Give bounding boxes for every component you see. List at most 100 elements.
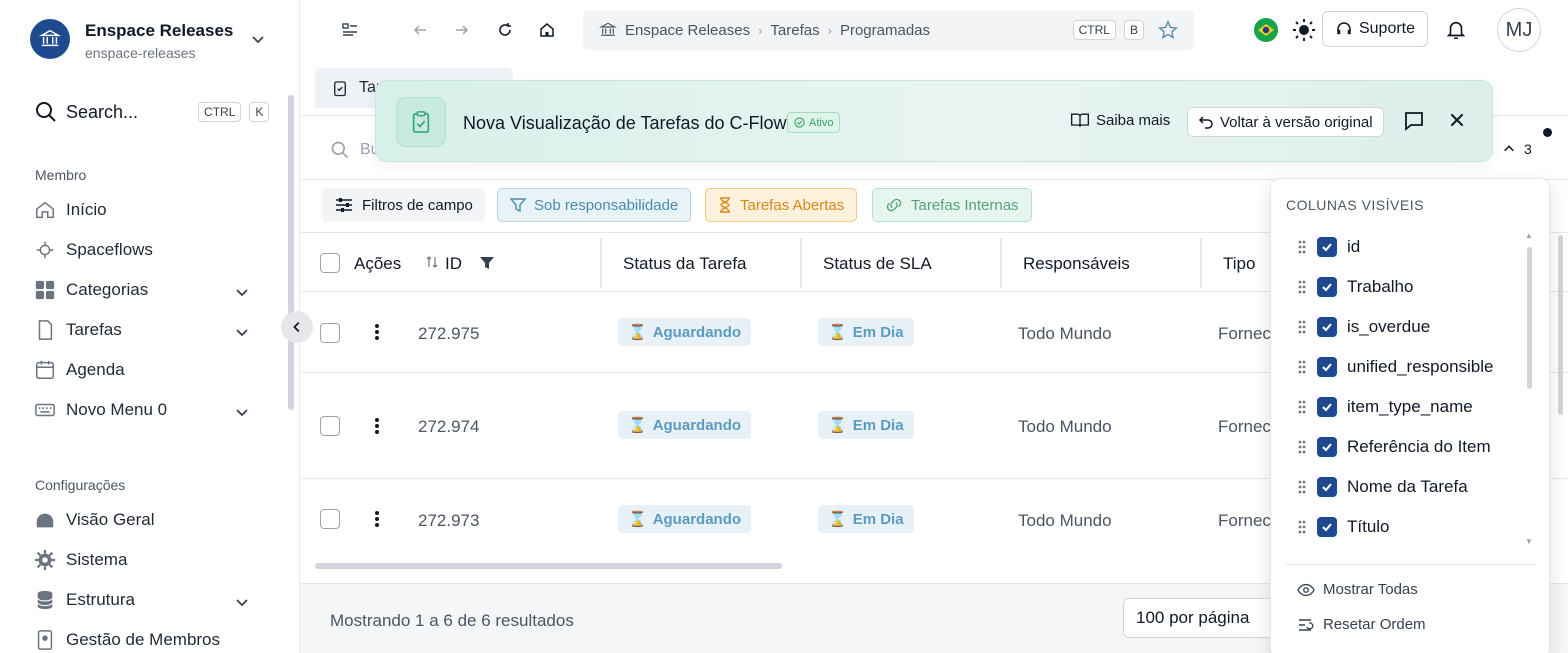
- filter-chip-responsibility[interactable]: Sob responsabilidade: [497, 188, 692, 222]
- drag-handle-icon[interactable]: [1297, 519, 1307, 535]
- reload-button[interactable]: [491, 16, 519, 44]
- drag-handle-icon[interactable]: [1297, 399, 1307, 415]
- reset-order-label: Resetar Ordem: [1323, 616, 1426, 633]
- feedback-message-icon[interactable]: [1402, 109, 1426, 133]
- column-checkbox[interactable]: [1317, 477, 1337, 497]
- column-checkbox[interactable]: [1317, 277, 1337, 297]
- header-sla-status[interactable]: Status de SLA: [823, 254, 932, 274]
- row-checkbox[interactable]: [320, 323, 340, 343]
- column-toggle-item[interactable]: Nome da Tarefa: [1297, 475, 1468, 499]
- more-vertical-icon[interactable]: [374, 510, 380, 528]
- org-logo[interactable]: [30, 19, 70, 59]
- nav-item-gestao-membros[interactable]: Gestão de Membros: [34, 628, 254, 652]
- support-button[interactable]: Suporte: [1322, 11, 1428, 47]
- breadcrumb-item[interactable]: Enspace Releases: [625, 22, 750, 39]
- check-circle-icon: [794, 117, 805, 128]
- reset-order-button[interactable]: Resetar Ordem: [1297, 616, 1426, 633]
- panel-scrollbar[interactable]: [1527, 247, 1532, 389]
- drag-handle-icon[interactable]: [1297, 279, 1307, 295]
- forward-button[interactable]: [448, 16, 476, 44]
- column-divider[interactable]: [1200, 238, 1202, 288]
- column-divider[interactable]: [1000, 238, 1002, 288]
- org-switcher-chevron-icon[interactable]: [250, 31, 266, 47]
- sla-status-badge: ⌛ Em Dia: [818, 411, 914, 439]
- header-type[interactable]: Tipo: [1223, 254, 1255, 274]
- scroll-up-icon[interactable]: ▲: [1525, 231, 1533, 240]
- column-toggle-item[interactable]: Trabalho: [1297, 275, 1413, 299]
- brazil-flag-icon[interactable]: [1254, 18, 1278, 42]
- nav-item-visao-geral[interactable]: Visão Geral: [34, 508, 254, 532]
- breadcrumb-item[interactable]: Tarefas: [770, 22, 819, 39]
- nav-item-inicio[interactable]: Início: [34, 198, 254, 222]
- header-responsible[interactable]: Responsáveis: [1023, 254, 1130, 274]
- column-checkbox[interactable]: [1317, 437, 1337, 457]
- column-divider[interactable]: [800, 238, 802, 288]
- horizontal-scrollbar[interactable]: [315, 563, 782, 569]
- chevron-down-icon[interactable]: [234, 324, 250, 340]
- drag-handle-icon[interactable]: [1297, 359, 1307, 375]
- drag-handle-icon[interactable]: [1297, 479, 1307, 495]
- drag-handle-icon[interactable]: [1297, 319, 1307, 335]
- sidebar-search[interactable]: Search... CTRL K: [34, 100, 270, 124]
- column-checkbox[interactable]: [1317, 357, 1337, 377]
- row-checkbox[interactable]: [320, 509, 340, 529]
- column-checkbox[interactable]: [1317, 517, 1337, 537]
- header-task-status[interactable]: Status da Tarefa: [623, 254, 747, 274]
- revert-original-button[interactable]: Voltar à versão original: [1187, 107, 1384, 137]
- show-all-button[interactable]: Mostrar Todas: [1297, 581, 1418, 598]
- select-all-checkbox[interactable]: [320, 253, 340, 273]
- scroll-down-icon[interactable]: ▼: [1525, 537, 1533, 546]
- column-toggle-item[interactable]: is_overdue: [1297, 315, 1430, 339]
- chevron-down-icon[interactable]: [234, 284, 250, 300]
- nav-item-spaceflows[interactable]: Spaceflows: [34, 238, 254, 262]
- column-checkbox[interactable]: [1317, 317, 1337, 337]
- user-avatar[interactable]: MJ: [1497, 8, 1541, 52]
- layout-toggle-button[interactable]: [336, 16, 364, 44]
- nav-item-sistema[interactable]: Sistema: [34, 548, 254, 572]
- sidebar-scrollbar[interactable]: [288, 95, 294, 410]
- more-vertical-icon[interactable]: [374, 417, 380, 435]
- close-icon[interactable]: [1448, 111, 1466, 129]
- nav-item-categorias[interactable]: Categorias: [34, 278, 254, 302]
- chevron-down-icon[interactable]: [234, 594, 250, 610]
- row-checkbox[interactable]: [320, 416, 340, 436]
- back-button[interactable]: [406, 16, 434, 44]
- nav-item-agenda[interactable]: Agenda: [34, 358, 254, 382]
- learn-more-link[interactable]: Saiba mais: [1070, 111, 1170, 129]
- chevron-down-icon[interactable]: [234, 404, 250, 420]
- sort-icon[interactable]: [425, 255, 439, 269]
- column-toggle-item[interactable]: id: [1297, 235, 1360, 259]
- filter-chip-open-tasks[interactable]: Tarefas Abertas: [705, 188, 858, 222]
- drag-handle-icon[interactable]: [1297, 239, 1307, 255]
- per-page-select[interactable]: 100 por página: [1123, 598, 1283, 638]
- drag-handle-icon[interactable]: [1297, 439, 1307, 455]
- nav-item-estrutura[interactable]: Estrutura: [34, 588, 254, 612]
- breadcrumb-item[interactable]: Programadas: [840, 22, 930, 39]
- learn-more-label: Saiba mais: [1096, 111, 1171, 129]
- divider: [1286, 564, 1536, 565]
- id-badge-icon: [37, 630, 53, 650]
- notifications-bell-icon[interactable]: [1445, 19, 1467, 41]
- nav-item-novo-menu[interactable]: Novo Menu 0: [34, 398, 254, 422]
- header-id[interactable]: ID: [445, 254, 462, 274]
- more-vertical-icon[interactable]: [374, 323, 380, 341]
- column-toggle-item[interactable]: unified_responsible: [1297, 355, 1494, 379]
- column-toggle-item[interactable]: item_type_name: [1297, 395, 1473, 419]
- filter-chip-internal-tasks[interactable]: Tarefas Internas: [872, 188, 1032, 222]
- column-checkbox[interactable]: [1317, 237, 1337, 257]
- column-checkbox[interactable]: [1317, 397, 1337, 417]
- table-vertical-scrollbar[interactable]: [1558, 235, 1563, 415]
- collapse-toggle[interactable]: 3: [1502, 141, 1532, 157]
- filter-icon[interactable]: [479, 255, 495, 271]
- star-icon[interactable]: [1158, 20, 1178, 40]
- refresh-icon: [499, 23, 511, 36]
- column-toggle-item[interactable]: Referência do Item: [1297, 435, 1491, 459]
- column-divider[interactable]: [600, 238, 602, 288]
- task-search-input[interactable]: Bu: [330, 140, 380, 160]
- column-toggle-item[interactable]: Título: [1297, 515, 1390, 539]
- theme-toggle-sun-icon[interactable]: [1292, 18, 1316, 42]
- column-label: Referência do Item: [1347, 437, 1491, 456]
- field-filters-button[interactable]: Filtros de campo: [322, 188, 485, 222]
- home-button[interactable]: [533, 16, 561, 44]
- nav-item-tarefas[interactable]: Tarefas: [34, 318, 254, 342]
